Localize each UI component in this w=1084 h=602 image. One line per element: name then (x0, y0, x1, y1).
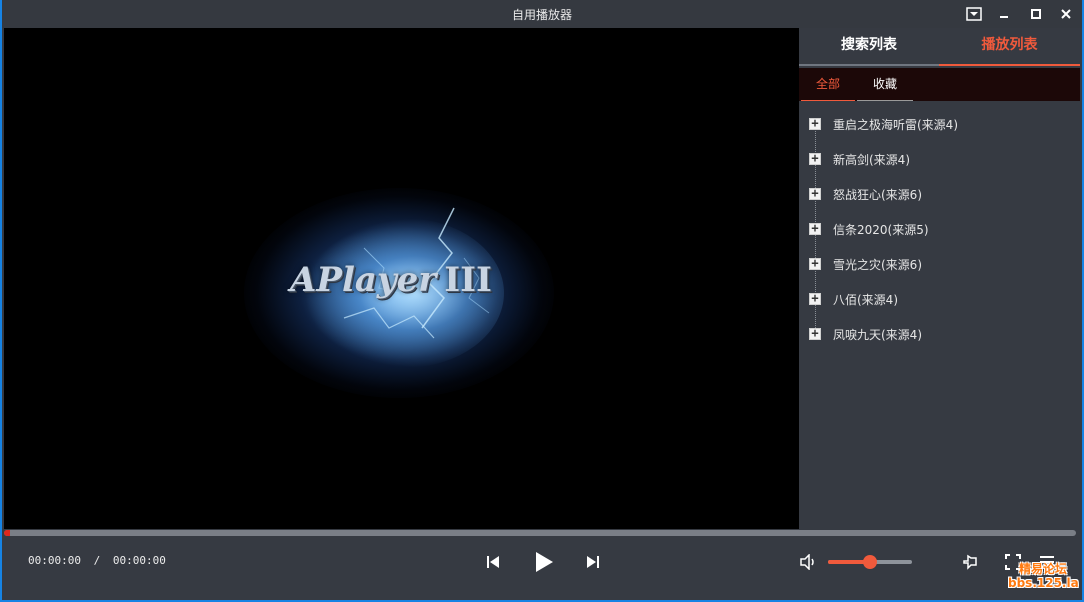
volume-button[interactable] (797, 551, 819, 573)
list-item-label: 信条2020(来源5) (833, 223, 929, 237)
expand-icon[interactable]: + (809, 152, 821, 165)
dropdown-button[interactable] (964, 4, 984, 24)
next-icon (587, 556, 599, 568)
subtab-all[interactable]: 全部 (801, 68, 855, 101)
panel-subtabs: 全部 收藏 (799, 68, 1080, 101)
list-item-label: 重启之极海听雷(来源4) (833, 118, 958, 132)
list-item[interactable]: + 新高剑(来源4) (799, 147, 1080, 171)
next-button[interactable] (582, 550, 604, 574)
time-display: 00:00:00 / 00:00:00 (28, 554, 166, 567)
tab-search-list[interactable]: 搜索列表 (799, 28, 939, 66)
close-icon (1061, 9, 1071, 19)
list-item-label: 雪光之灾(来源6) (833, 258, 922, 272)
play-button[interactable] (530, 548, 558, 576)
playlist-panel: 搜索列表 播放列表 全部 收藏 + 重启之极海听雷(来源4) + 新高剑(来源4… (799, 28, 1080, 529)
forum-watermark: 精易论坛 bbs.125.la (1008, 562, 1079, 596)
aplayer-logo: APlayer III (290, 260, 492, 300)
list-item[interactable]: + 雪光之灾(来源6) (799, 252, 1080, 276)
list-item[interactable]: + 信条2020(来源5) (799, 217, 1080, 241)
list-item[interactable]: + 怒战狂心(来源6) (799, 182, 1080, 206)
maximize-button[interactable] (1026, 4, 1046, 24)
time-separator: / (93, 554, 101, 567)
list-item[interactable]: + 重启之极海听雷(来源4) (799, 112, 1080, 136)
expand-icon[interactable]: + (809, 292, 821, 305)
close-button[interactable] (1056, 4, 1076, 24)
video-area[interactable]: APlayer III (4, 28, 799, 529)
list-item-label: 新高剑(来源4) (833, 153, 910, 167)
expand-icon[interactable]: + (809, 327, 821, 340)
total-time: 00:00:00 (112, 554, 166, 567)
seek-bar-fill (4, 530, 10, 536)
list-item-label: 凤唳九天(来源4) (833, 328, 922, 342)
maximize-icon (1031, 9, 1041, 19)
minimize-button[interactable] (994, 4, 1014, 24)
volume-slider-knob[interactable] (863, 555, 877, 569)
control-bar: 00:00:00 / 00:00:00 (2, 538, 1082, 598)
expand-icon[interactable]: + (809, 117, 821, 130)
list-item-label: 怒战狂心(来源6) (833, 188, 922, 202)
pin-button[interactable] (960, 551, 982, 573)
expand-icon[interactable]: + (809, 257, 821, 270)
previous-button[interactable] (482, 550, 504, 574)
tab-play-list[interactable]: 播放列表 (939, 28, 1080, 66)
list-item[interactable]: + 凤唳九天(来源4) (799, 322, 1080, 346)
minimize-icon (1000, 16, 1008, 18)
subtab-favorites[interactable]: 收藏 (857, 68, 913, 101)
play-icon (536, 552, 553, 572)
current-time: 00:00:00 (28, 554, 81, 567)
seek-bar[interactable] (4, 530, 1076, 536)
prev-icon (487, 556, 499, 568)
pin-icon (963, 554, 977, 570)
watermark-line1: 精易论坛 (1018, 562, 1067, 576)
expand-icon[interactable]: + (809, 222, 821, 235)
title-bar[interactable]: 自用播放器 (2, 0, 1082, 28)
watermark-line2: bbs.125.la (1008, 576, 1079, 590)
volume-icon (800, 554, 814, 570)
list-item[interactable]: + 八佰(来源4) (799, 287, 1080, 311)
panel-tabs: 搜索列表 播放列表 (799, 28, 1080, 66)
expand-icon[interactable]: + (809, 187, 821, 200)
list-item-label: 八佰(来源4) (833, 293, 898, 307)
volume-slider[interactable] (828, 555, 912, 569)
window-title: 自用播放器 (511, 8, 572, 22)
dropdown-icon (966, 7, 982, 21)
